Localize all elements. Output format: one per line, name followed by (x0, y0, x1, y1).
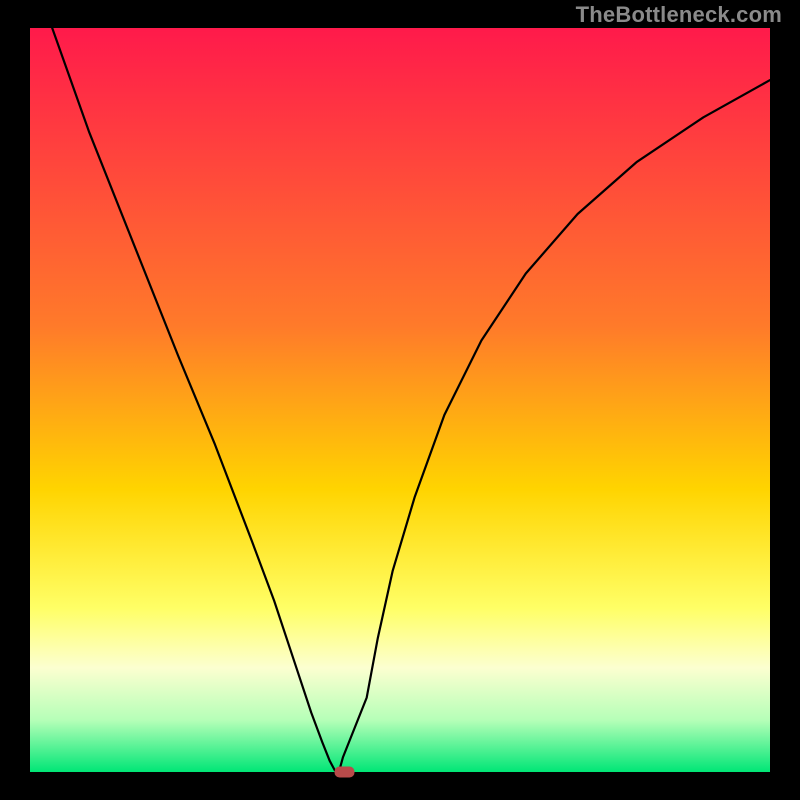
plot-background (30, 28, 770, 772)
chart-frame: TheBottleneck.com (0, 0, 800, 800)
optimal-point-marker (335, 767, 355, 778)
bottleneck-chart (0, 0, 800, 800)
watermark-text: TheBottleneck.com (576, 2, 782, 28)
